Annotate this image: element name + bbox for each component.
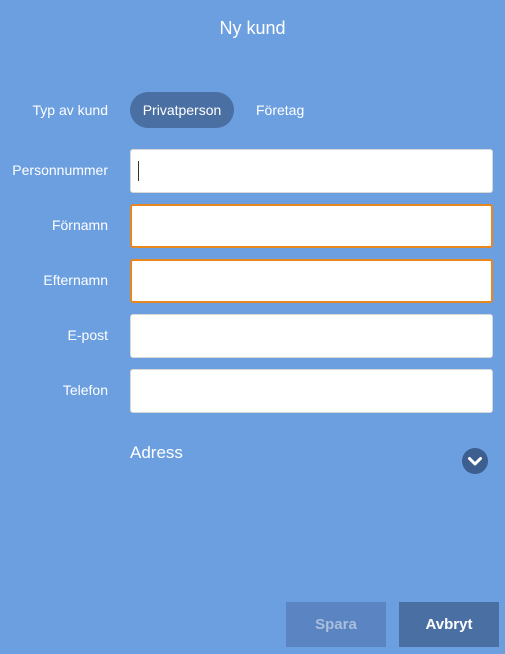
telefon-label: Telefon <box>62 382 108 398</box>
chevron-down-icon <box>468 457 482 466</box>
epost-row: E-post <box>0 314 505 358</box>
personnummer-row: Personnummer <box>0 149 505 193</box>
fornamn-row: Förnamn <box>0 204 505 248</box>
efternamn-label: Efternamn <box>43 272 108 288</box>
customer-type-option-privatperson[interactable]: Privatperson <box>130 92 234 128</box>
customer-type-label: Typ av kund <box>32 102 109 118</box>
address-expand-button[interactable] <box>462 448 488 474</box>
fornamn-label: Förnamn <box>51 217 108 233</box>
personnummer-label: Personnummer <box>12 162 108 178</box>
customer-type-option-foretag[interactable]: Företag <box>246 92 314 128</box>
efternamn-row: Efternamn <box>0 259 505 303</box>
epost-input[interactable] <box>130 314 493 358</box>
dialog-title: Ny kund <box>219 18 286 38</box>
address-label: Adress <box>130 443 183 462</box>
efternamn-input[interactable] <box>130 259 493 303</box>
customer-type-selector: Typ av kund Privatperson Företag <box>0 92 505 128</box>
telefon-input[interactable] <box>130 369 493 413</box>
text-caret <box>138 161 139 181</box>
cancel-button[interactable]: Avbryt <box>399 602 499 647</box>
save-button[interactable]: Spara <box>286 602 386 647</box>
epost-label: E-post <box>67 327 108 343</box>
fornamn-input[interactable] <box>130 204 493 248</box>
address-section: Adress <box>130 440 493 476</box>
personnummer-input[interactable] <box>130 149 493 193</box>
telefon-row: Telefon <box>0 369 505 413</box>
